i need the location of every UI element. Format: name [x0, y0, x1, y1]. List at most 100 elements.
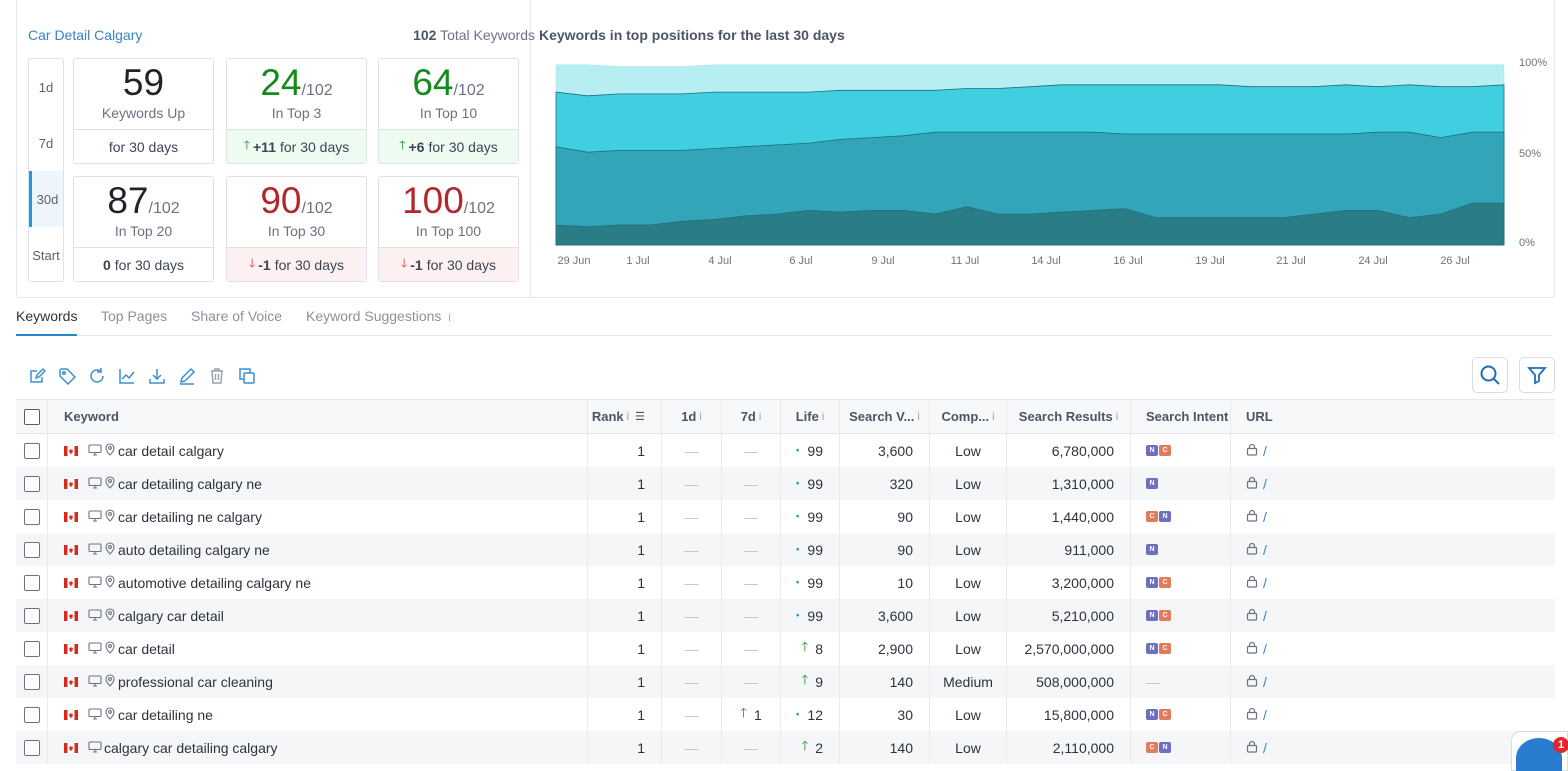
header-search-volume[interactable]: Search V... i: [840, 400, 930, 433]
location-pin-icon: [102, 442, 116, 459]
header-rank[interactable]: Rank i ☰: [588, 400, 662, 433]
url-link[interactable]: /: [1263, 476, 1267, 492]
header-competition[interactable]: Comp... i: [930, 400, 1007, 433]
header-url[interactable]: URL: [1231, 400, 1555, 433]
change-7d-cell: —: [722, 566, 781, 599]
search-intent-cell: N: [1131, 467, 1231, 500]
table-row[interactable]: automotive detailing calgary ne 1 — — ⬩ 99 10 L…: [16, 566, 1555, 599]
change-1d-cell: —: [662, 467, 722, 500]
sort-icon[interactable]: ☰: [635, 410, 645, 423]
url-link[interactable]: /: [1263, 608, 1267, 624]
search-results-cell: 3,200,000: [1007, 566, 1131, 599]
table-row[interactable]: car detail 1— — 🡑 8 2,900 Low 2,570,000,000 N C /: [16, 632, 1555, 665]
search-volume-cell: 3,600: [840, 599, 930, 632]
row-checkbox[interactable]: [23, 541, 40, 558]
table-row[interactable]: calgary car detail 1 — — ⬩ 99 3,600 Low 5,210,00…: [16, 599, 1555, 632]
life-cell: 🡑 2: [781, 731, 840, 764]
stat-change-value: +11: [253, 138, 276, 155]
tab-top-pages[interactable]: Top Pages: [101, 308, 167, 324]
row-checkbox[interactable]: [23, 607, 40, 624]
row-checkbox[interactable]: [23, 574, 40, 591]
chart-icon[interactable]: [112, 364, 142, 388]
table-row[interactable]: car detail calgary 1 — — ⬩ 99 3,600 Low 6,780,00…: [16, 434, 1555, 467]
y-tick-label: 100%: [1519, 57, 1547, 69]
edit-note-icon[interactable]: [22, 364, 52, 388]
period-7d[interactable]: 7d: [29, 115, 63, 171]
url-link[interactable]: /: [1263, 542, 1267, 558]
total-keywords-count: 102: [413, 27, 437, 43]
period-start[interactable]: Start: [29, 227, 63, 283]
header-search-results[interactable]: Search Results i: [1007, 400, 1131, 433]
keyword-text[interactable]: calgary car detailing calgary: [104, 740, 278, 756]
url-link[interactable]: /: [1263, 740, 1267, 756]
period-30d[interactable]: 30d: [29, 171, 63, 227]
keyword-text[interactable]: car detail calgary: [118, 443, 224, 459]
row-checkbox[interactable]: [23, 640, 40, 657]
tab-keywords[interactable]: Keywords: [16, 308, 77, 324]
header-search-intent[interactable]: Search Intent: [1131, 400, 1231, 433]
table-row[interactable]: auto detailing calgary ne 1 — — ⬩ 99 90 Low 911,…: [16, 533, 1555, 566]
url-link[interactable]: /: [1263, 443, 1267, 459]
url-link[interactable]: /: [1263, 674, 1267, 690]
stat-label: In Top 10: [419, 105, 478, 121]
tag-icon[interactable]: [52, 364, 82, 388]
row-checkbox[interactable]: [23, 673, 40, 690]
filter-button[interactable]: [1519, 357, 1555, 393]
url-link[interactable]: /: [1263, 575, 1267, 591]
table-row[interactable]: car detailing ne calgary 1 — — ⬩ 99 90 Low 1,440…: [16, 500, 1555, 533]
empty-dash: —: [684, 706, 699, 723]
header-select-cell: [16, 400, 48, 433]
table-row[interactable]: calgary car detailing calgary 1— — 🡑 2 140 Low…: [16, 731, 1555, 764]
row-select-cell: [16, 665, 48, 698]
header-life[interactable]: Life i: [781, 400, 840, 433]
row-checkbox[interactable]: [23, 442, 40, 459]
keyword-cell: calgary car detailing calgary: [48, 731, 588, 764]
copy-icon[interactable]: [232, 364, 262, 388]
table-row[interactable]: car detailing ne 1— 🡑 1 ⬩ 12 30 Low 15,800,000 N C…: [16, 698, 1555, 731]
download-icon[interactable]: [142, 364, 172, 388]
project-name-link[interactable]: Car Detail Calgary: [28, 27, 142, 43]
keyword-text[interactable]: auto detailing calgary ne: [118, 542, 270, 558]
canada-flag-icon: [64, 610, 78, 621]
arrow-up-icon: 🡑: [740, 704, 747, 720]
header-1d[interactable]: 1d i: [662, 400, 722, 433]
keyword-cell: auto detailing calgary ne: [48, 533, 588, 566]
filter-icon: [1527, 367, 1547, 385]
select-all-checkbox[interactable]: [23, 408, 40, 425]
stat-card-top-3: 24/102 In Top 3 🡑 +11 for 30 days: [226, 58, 367, 164]
change-1d-cell: —: [662, 599, 722, 632]
keyword-text[interactable]: car detailing ne calgary: [118, 509, 262, 525]
pencil-icon[interactable]: [172, 364, 202, 388]
keyword-text[interactable]: car detailing calgary ne: [118, 476, 262, 492]
keyword-text[interactable]: automotive detailing calgary ne: [118, 575, 311, 591]
refresh-icon[interactable]: [82, 364, 112, 388]
header-keyword[interactable]: Keyword: [48, 400, 588, 433]
url-link[interactable]: /: [1263, 707, 1267, 723]
trash-icon[interactable]: [202, 364, 232, 388]
url-wrap: /: [1246, 707, 1267, 723]
change-1d-cell: —: [662, 500, 722, 533]
desktop-icon: [88, 476, 102, 492]
device-icons: [88, 541, 116, 558]
row-checkbox[interactable]: [23, 739, 40, 756]
keyword-text[interactable]: car detailing ne: [118, 707, 213, 723]
header-7d[interactable]: 7d i: [722, 400, 781, 433]
tab-share-of-voice[interactable]: Share of Voice: [191, 308, 282, 324]
tab-keyword-suggestions[interactable]: Keyword Suggestions i: [306, 308, 451, 324]
row-checkbox[interactable]: [23, 508, 40, 525]
table-row[interactable]: car detailing calgary ne 1 — — ⬩ 99 320 Low 1,31…: [16, 467, 1555, 500]
url-link[interactable]: /: [1263, 509, 1267, 525]
keyword-text[interactable]: car detail: [118, 641, 175, 657]
life-value: 99: [807, 475, 823, 492]
period-1d[interactable]: 1d: [29, 59, 63, 115]
keyword-text[interactable]: calgary car detail: [118, 608, 224, 624]
url-link[interactable]: /: [1263, 641, 1267, 657]
url-wrap: /: [1246, 509, 1267, 525]
row-checkbox[interactable]: [23, 706, 40, 723]
row-checkbox[interactable]: [23, 475, 40, 492]
table-row[interactable]: professional car cleaning 1— — 🡑 9 140 Medium 5…: [16, 665, 1555, 698]
search-results-cell: 5,210,000: [1007, 599, 1131, 632]
row-select-cell: [16, 566, 48, 599]
keyword-text[interactable]: professional car cleaning: [118, 674, 273, 690]
search-button[interactable]: [1472, 357, 1508, 393]
